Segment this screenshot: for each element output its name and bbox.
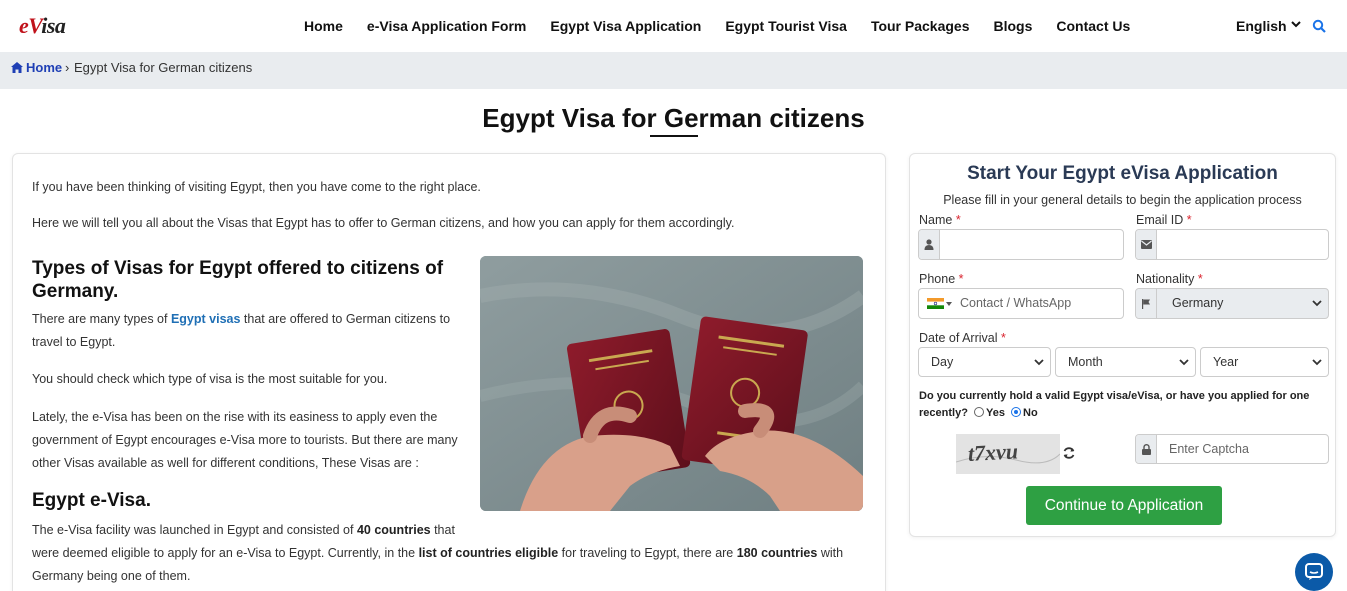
required-mark: *	[958, 272, 964, 286]
nationality-label: Nationality *	[1136, 272, 1203, 286]
radio-no[interactable]	[1011, 407, 1022, 417]
types-p1-text-a: There are many types of	[32, 312, 171, 326]
nationality-label-text: Nationality	[1136, 272, 1195, 286]
visa-question: Do you currently hold a valid Egypt visa…	[919, 388, 1329, 422]
chat-button[interactable]	[1295, 553, 1333, 591]
month-value: Month	[1068, 355, 1103, 369]
intro-paragraph-1: If you have been thinking of visiting Eg…	[32, 180, 481, 194]
email-input[interactable]	[1135, 229, 1329, 260]
evisa-text-c: that	[430, 523, 455, 537]
application-form: Start Your Egypt eVisa Application Pleas…	[909, 153, 1336, 537]
arrival-label-text: Date of Arrival	[919, 331, 998, 345]
radio-yes[interactable]	[973, 407, 984, 417]
captcha-input[interactable]: Enter Captcha	[1135, 434, 1329, 464]
email-label-text: Email ID	[1136, 213, 1184, 227]
chevron-down-icon	[1034, 359, 1044, 366]
required-mark: *	[1001, 331, 1006, 345]
breadcrumb-separator: ›	[65, 60, 70, 75]
nav-tour-packages[interactable]: Tour Packages	[871, 18, 970, 34]
required-mark: *	[955, 213, 961, 227]
name-input[interactable]	[918, 229, 1124, 260]
evisa-text-h: with	[817, 546, 844, 560]
refresh-icon[interactable]	[1062, 446, 1076, 460]
nav-egypt-visa-application[interactable]: Egypt Visa Application	[550, 18, 701, 34]
evisa-paragraph: The e-Visa facility was launched in Egyp…	[32, 519, 872, 588]
logo[interactable]: eVisa	[19, 13, 66, 39]
phone-input[interactable]: Contact / WhatsApp	[918, 288, 1124, 319]
breadcrumb-home[interactable]: Home	[11, 60, 62, 75]
types-paragraph-3: Lately, the e-Visa has been on the rise …	[32, 410, 458, 470]
phone-placeholder: Contact / WhatsApp	[960, 296, 1072, 310]
form-subtitle: Please fill in your general details to b…	[943, 193, 1302, 207]
search-icon[interactable]	[1312, 19, 1326, 33]
site-header: eVisa Home e-Visa Application Form Egypt…	[0, 0, 1347, 52]
logo-v: V	[28, 13, 42, 38]
flag-selector[interactable]	[927, 298, 953, 310]
home-icon	[11, 62, 23, 73]
nav-blogs[interactable]: Blogs	[994, 18, 1033, 34]
arrival-label: Date of Arrival *	[919, 331, 1006, 345]
year-value: Year	[1213, 355, 1239, 369]
flag-icon	[1136, 289, 1157, 318]
phone-label-text: Phone	[919, 272, 956, 286]
email-label: Email ID *	[1136, 213, 1192, 227]
breadcrumb: Home › Egypt Visa for German citizens	[0, 52, 1347, 89]
nationality-value: Germany	[1172, 296, 1224, 310]
evisa-text-i: Germany being one of them.	[32, 569, 191, 583]
page-title: Egypt Visa for German citizens	[482, 103, 865, 133]
name-label-text: Name	[919, 213, 953, 227]
required-mark: *	[1197, 272, 1203, 286]
evisa-180-countries: 180 countries	[736, 546, 818, 560]
chevron-down-icon	[1312, 300, 1322, 307]
radio-yes-label[interactable]: Yes	[986, 407, 1005, 419]
india-flag-icon	[927, 298, 944, 309]
continue-button[interactable]: Continue to Application	[1026, 486, 1222, 525]
nationality-select[interactable]: Germany	[1135, 288, 1329, 319]
nav-egypt-tourist-visa[interactable]: Egypt Tourist Visa	[725, 18, 847, 34]
form-title: Start Your Egypt eVisa Application	[967, 163, 1278, 184]
month-select[interactable]: Month	[1055, 347, 1196, 377]
day-value: Day	[931, 355, 954, 369]
nav-evisa-form[interactable]: e-Visa Application Form	[367, 18, 526, 34]
chevron-down-icon	[1312, 359, 1322, 366]
logo-e: e	[19, 13, 29, 38]
captcha-text: t7xvu	[967, 438, 1018, 466]
intro-paragraph-2: Here we will tell you all about the Visa…	[32, 216, 735, 230]
chevron-down-icon	[1179, 359, 1189, 366]
egypt-visas-link[interactable]: Egypt visas	[171, 312, 240, 326]
day-select[interactable]: Day	[918, 347, 1051, 377]
evisa-list-eligible: list of countries eligible	[418, 546, 559, 560]
nav-home[interactable]: Home	[304, 18, 343, 34]
year-select[interactable]: Year	[1200, 347, 1329, 377]
lock-icon	[1136, 435, 1157, 463]
captcha-image: t7xvu	[955, 434, 1061, 474]
caret-down-icon	[946, 302, 952, 306]
heading-visa-types: Types of Visas for Egypt offered to citi…	[32, 258, 444, 302]
phone-label: Phone *	[919, 272, 964, 286]
language-selector[interactable]: English	[1236, 18, 1287, 34]
name-label: Name *	[919, 213, 961, 227]
chat-icon	[1305, 563, 1323, 580]
chevron-down-icon[interactable]	[1290, 18, 1302, 30]
evisa-text-a: The e-Visa facility was launched in Egyp…	[32, 523, 357, 537]
evisa-text-d: were deemed eligible to apply for an e-V…	[32, 546, 419, 560]
user-icon	[919, 230, 940, 259]
heading-egypt-evisa: Egypt e-Visa.	[32, 490, 151, 511]
title-underline	[650, 135, 698, 137]
nav-contact-us[interactable]: Contact Us	[1056, 18, 1130, 34]
required-mark: *	[1186, 213, 1192, 227]
breadcrumb-home-label: Home	[26, 60, 63, 75]
evisa-40-countries: 40 countries	[356, 523, 431, 537]
passport-photo	[480, 256, 863, 511]
radio-no-label[interactable]: No	[1023, 407, 1038, 419]
evisa-text-f: for traveling to Egypt, there are	[558, 546, 737, 560]
envelope-icon	[1136, 230, 1157, 259]
logo-rest: isa	[41, 13, 66, 38]
types-paragraph-2: You should check which type of visa is t…	[32, 372, 388, 386]
types-paragraph-1: There are many types of Egypt visas that…	[32, 308, 462, 354]
captcha-placeholder: Enter Captcha	[1169, 442, 1249, 456]
breadcrumb-current: Egypt Visa for German citizens	[74, 60, 253, 75]
main-nav: Home e-Visa Application Form Egypt Visa …	[304, 18, 1154, 34]
article-card: If you have been thinking of visiting Eg…	[12, 153, 886, 591]
